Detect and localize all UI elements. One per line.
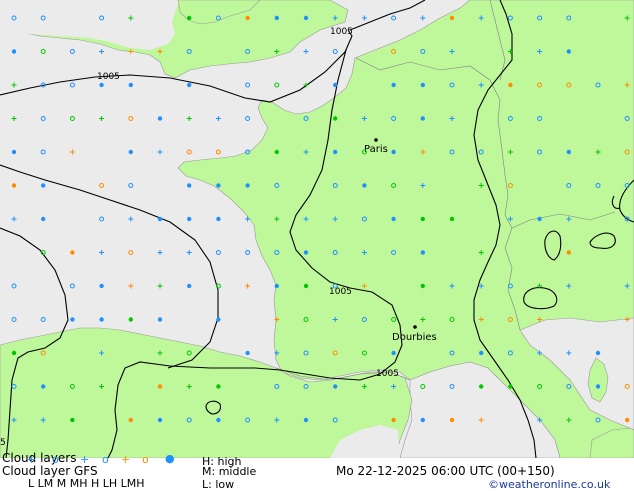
cloud-symbol-dot xyxy=(157,216,163,222)
cloud-symbol-dot xyxy=(274,15,279,21)
credit-link[interactable]: ©weatheronline.co.uk xyxy=(488,479,610,491)
cloud-symbol-dot xyxy=(391,149,396,155)
cloud-symbol-dot xyxy=(303,250,309,255)
cloud-symbol-dot xyxy=(595,384,601,389)
cloud-symbol-dot xyxy=(157,384,163,389)
cloud-symbol-dot xyxy=(41,216,46,222)
map-canvas: 1005 1005 1005 1005 5 Paris Dourbies xyxy=(0,0,634,458)
cloud-symbol-dot xyxy=(420,250,425,255)
cloud-symbol-dot xyxy=(11,183,17,188)
cloud-symbol-dot xyxy=(362,183,367,188)
cloud-symbol-dot xyxy=(216,317,221,322)
cloud-symbol-dot xyxy=(420,216,425,222)
cloud-symbol-dot xyxy=(245,350,250,356)
cloud-symbol-dot xyxy=(391,350,396,356)
cloud-symbol-dot xyxy=(479,350,484,356)
cloud-symbol-dot xyxy=(187,283,192,289)
cloud-symbol-dot xyxy=(128,82,133,88)
legend-letters: L LM M MH H LH LMH xyxy=(28,477,145,490)
cloud-symbol-dot xyxy=(420,82,425,88)
low-legend: L: low xyxy=(202,478,235,491)
cloud-symbol-dot xyxy=(99,82,104,88)
cloud-symbol-dot xyxy=(449,15,455,21)
cloud-symbol-dot xyxy=(245,15,250,21)
city-label-paris: Paris xyxy=(364,144,388,155)
map-footer: Cloud layers Cloud layer GFS + o + o + o… xyxy=(0,452,634,491)
cloud-symbol-dot xyxy=(187,15,192,21)
cloud-symbol-dot xyxy=(303,15,309,21)
cloud-symbol-dot xyxy=(216,384,221,389)
middle-legend: M: middle xyxy=(202,465,257,478)
cloud-symbol-dot xyxy=(537,216,542,222)
cloud-symbol-dot xyxy=(128,317,133,322)
mh-cloud-legend-icon: o xyxy=(102,453,109,466)
cloud-symbol-dot xyxy=(187,216,192,222)
city-marker-paris xyxy=(374,138,378,142)
lm-cloud-legend-icon: o xyxy=(52,453,59,466)
h-cloud-legend-icon: + xyxy=(121,453,131,466)
cloud-symbol-dot xyxy=(333,82,338,88)
middle-cloud-legend-icon: + xyxy=(80,453,90,466)
cloud-symbol-dot xyxy=(449,216,455,222)
cloud-symbol-dot xyxy=(391,82,396,88)
cloud-symbol-dot xyxy=(333,116,338,121)
high-cloud-legend-icon: + xyxy=(27,453,37,466)
cloud-symbol-dot xyxy=(70,250,75,255)
cloud-symbol-dot xyxy=(274,283,279,289)
cloud-symbol-dot xyxy=(449,417,455,423)
isobar-label: 1005 xyxy=(330,27,353,37)
cloud-symbol-dot xyxy=(216,417,221,423)
cloud-symbol-dot xyxy=(420,283,425,289)
cloud-symbol-dot xyxy=(420,116,425,121)
cloud-symbol-dot xyxy=(11,149,17,155)
city-label-dourbies: Dourbies xyxy=(392,332,437,343)
cloud-symbol-dot xyxy=(99,283,104,289)
cloud-symbol-dot xyxy=(128,417,133,423)
weather-map: 1005 1005 1005 1005 5 Paris Dourbies xyxy=(0,0,634,458)
cloud-symbol-dot xyxy=(41,384,46,389)
isobar-label: 1005 xyxy=(97,72,120,82)
cloud-symbol-dot xyxy=(157,317,163,322)
cloud-symbol-dot xyxy=(303,417,309,423)
cloud-symbol-dot xyxy=(391,216,396,222)
cloud-symbol-dot xyxy=(420,417,425,423)
cloud-symbol-dot xyxy=(128,149,133,155)
cloud-symbol-dot xyxy=(157,116,163,121)
isobar-label: 5 xyxy=(0,438,6,448)
lh-cloud-legend-icon: o xyxy=(142,453,149,466)
cloud-symbol-dot xyxy=(566,49,571,54)
cloud-symbol-dot xyxy=(566,149,571,155)
cloud-symbol-dot xyxy=(70,317,75,322)
cloud-symbol-dot xyxy=(187,82,192,88)
cloud-symbol-dot xyxy=(508,384,513,389)
legend-title: Cloud layers xyxy=(2,451,77,465)
cloud-symbol-dot xyxy=(245,183,250,188)
cloud-symbol-dot xyxy=(11,49,17,54)
cloud-symbol-dot xyxy=(11,350,17,356)
cloud-symbol-dot xyxy=(99,317,104,322)
cloud-symbol-dot xyxy=(595,350,601,356)
cloud-symbol-dot xyxy=(479,384,484,389)
isobar-label: 1005 xyxy=(376,369,399,379)
isobar-label: 1005 xyxy=(329,287,352,297)
datetime-label: Mo 22-12-2025 06:00 UTC (00+150) xyxy=(336,464,555,478)
cloud-symbol-dot xyxy=(625,417,630,423)
cloud-symbol-dot xyxy=(391,417,396,423)
cloud-symbol-dot xyxy=(333,384,338,389)
cloud-symbol-dot xyxy=(274,149,279,155)
cloud-symbol-dot xyxy=(157,417,163,423)
model-label: Cloud layer GFS xyxy=(2,464,98,478)
cloud-symbol-dot xyxy=(333,149,338,155)
cloud-symbol-dot xyxy=(187,183,192,188)
cloud-symbol-dot xyxy=(216,216,221,222)
cloud-symbol-dot xyxy=(216,183,221,188)
city-marker-dourbies xyxy=(413,325,417,329)
cloud-symbol-dot xyxy=(303,283,309,289)
cloud-symbol-dot xyxy=(70,417,75,423)
lmh-cloud-legend-icon: ● xyxy=(165,452,175,465)
cloud-symbol-dot xyxy=(41,183,46,188)
cloud-symbol-dot xyxy=(508,82,513,88)
cloud-symbol-dot xyxy=(566,250,571,255)
